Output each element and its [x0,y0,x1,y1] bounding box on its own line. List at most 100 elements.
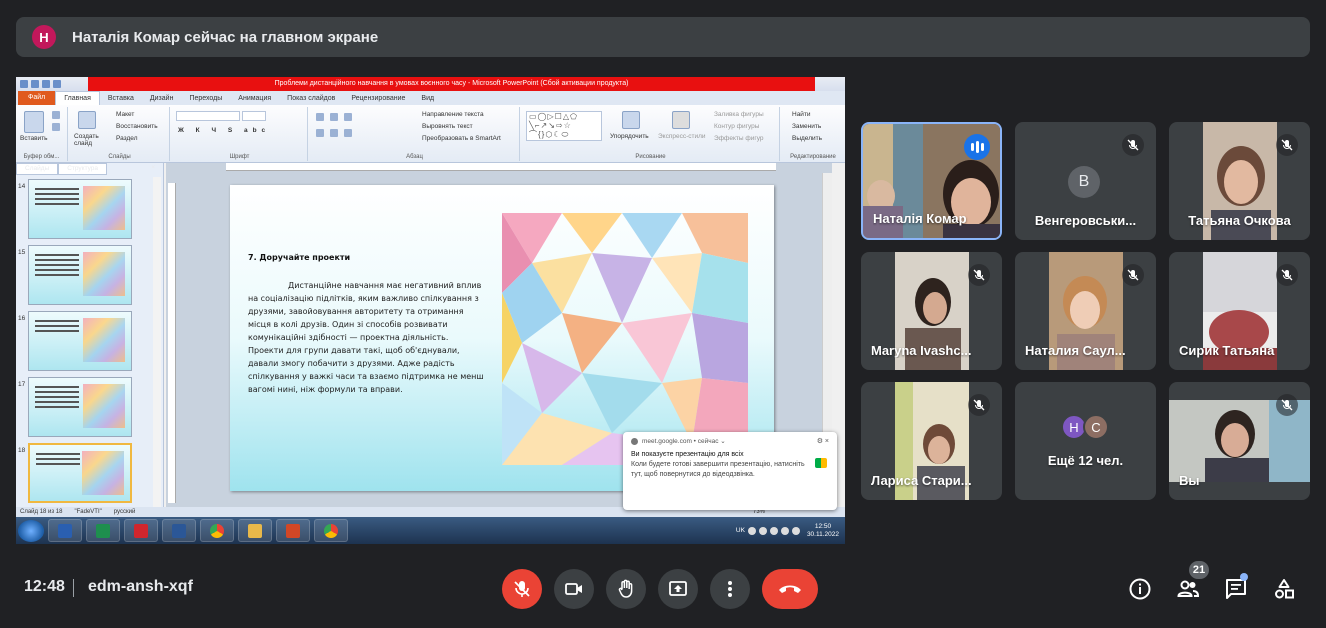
panel-close-icon: × [151,164,155,171]
activities-button[interactable] [1269,574,1299,604]
participant-tile[interactable]: Maryna Ivashc... [861,252,1002,370]
slide-counter: Слайд 18 из 18 [20,509,63,515]
mic-toggle-button[interactable] [502,569,542,609]
copy-icon [52,123,60,131]
camera-toggle-button[interactable] [554,569,594,609]
slide-body-text: Дистанційне навчання має негативний впли… [248,281,484,394]
font-style-buttons: Ж К Ч S abc [178,127,271,134]
tray-time: 12:50 [814,522,832,530]
slide-heading: 7. Доручайте проекти [248,253,351,262]
horizontal-ruler [226,163,776,171]
participant-name: Венгеровськи... [1034,213,1137,228]
participant-tile[interactable]: Татьяна Очкова [1169,122,1310,240]
ppt-window-title: Проблеми дистанційного навчання в умовах… [88,77,815,91]
clipboard-group-label: Буфер обм... [23,154,60,160]
self-tile[interactable]: Вы [1169,382,1310,500]
participant-name: Лариса Стари... [871,473,972,488]
mic-off-icon [1122,134,1144,156]
ppt-tab-animation: Анимация [238,94,272,102]
align-right-icon [344,129,352,137]
slide-thumbnail-selected [28,443,132,503]
meeting-time: 12:48 [24,578,65,595]
participant-tile[interactable]: Наталия Саул... [1015,252,1156,370]
participant-name: Вы [1179,473,1200,488]
tab-slides: Слайды [16,163,59,175]
paste-icon [24,111,44,133]
participant-avatar: В [1068,166,1100,198]
raise-hand-button[interactable] [606,569,646,609]
participant-name: Наталия Саул... [1025,343,1126,358]
bullets-icon [316,113,324,121]
more-options-button[interactable] [710,569,750,609]
participant-name: Татьяна Очкова [1188,213,1291,228]
drawing-group: ▭◯▷☐△⬠ ╲⌐↗↘⇨☆ ⌒{}⬡☾⬭ Упорядочить Экспресс-… [522,107,780,161]
tray-icon [791,526,800,535]
ppt-tab-insert: Вставка [107,94,134,102]
publisher-app-icon [86,519,120,542]
editing-group: Найти Заменить Выделить Редактирование [782,107,844,161]
find-label: Найти [792,111,811,118]
present-screen-button[interactable] [658,569,698,609]
mic-off-icon [1122,264,1144,286]
ppt-tab-design: Дизайн [149,94,174,102]
select-label: Выделить [792,135,822,142]
paragraph-group: Направление текста Выровнять текст Преоб… [310,107,520,161]
call-end-icon [779,585,801,593]
quick-styles-label: Экспресс-стили [658,133,706,140]
slide-polygon-art [502,213,748,465]
create-slide-label: Создать слайд [74,133,99,147]
tray-icon [747,526,756,535]
powerpoint-app-icon [276,519,310,542]
slide-thumbnail [28,377,132,437]
ppt-tab-file: Файл [18,91,56,105]
slide-thumbnail [28,179,132,239]
editing-group-label: Редактирование [790,154,836,160]
arrange-label: Упорядочить [610,133,649,140]
thumbnail-number: 16 [18,315,26,322]
more-participants-tile[interactable]: Н С Ещё 12 чел. [1015,382,1156,500]
section-label: Раздел [116,135,138,142]
thumbnail-number: 17 [18,381,26,388]
text-direction-label: Направление текста [422,111,484,118]
leave-call-button[interactable] [762,569,818,609]
smartart-label: Преобразовать в SmartArt [422,135,501,142]
chrome-app-icon [200,519,234,542]
align-center-icon [330,129,338,137]
participant-tile[interactable]: Лариса Стари... [861,382,1002,500]
shape-outline-label: Контур фигуры [714,123,760,130]
paragraph-group-label: Абзац [406,154,423,160]
hand-icon [618,579,633,598]
pdf-app-icon [124,519,158,542]
meeting-details-button[interactable] [1125,574,1155,604]
ppt-tab-slideshow: Показ слайдов [287,94,336,102]
thumbnail-number: 15 [18,249,26,256]
clipboard-group: Вставить Буфер обм... [16,107,68,161]
google-meet-icon [815,458,827,468]
tray-clock: 12:50 30.11.2022 [807,523,839,539]
save-app-icon [48,519,82,542]
participant-name: Наталія Комар [873,211,967,226]
system-tray: UK 12:50 30.11.2022 [736,523,845,539]
participant-tile[interactable]: Сирик Татьяна [1169,252,1310,370]
slide-thumbnail [28,245,132,305]
meeting-code: edm-ansh-xqf [88,578,193,595]
windows-start-icon [18,519,44,542]
shapes-gallery: ▭◯▷☐△⬠ ╲⌐↗↘⇨☆ ⌒{}⬡☾⬭ [526,111,602,141]
indent-icon [344,113,352,121]
separator [73,579,74,597]
site-icon [631,437,638,445]
participant-name: Сирик Татьяна [1179,343,1275,358]
font-name-box [176,111,240,121]
mic-off-icon [1276,264,1298,286]
mic-off-icon [968,394,990,416]
participant-tile[interactable]: В Венгеровськи... [1015,122,1156,240]
layout-label: Макет [116,111,135,118]
tray-icon [769,526,778,535]
shared-screen: Проблеми дистанційного навчання в умовах… [16,77,845,544]
participant-tile[interactable]: Наталія Комар [861,122,1002,240]
more-participants-avatars: Н С [1061,414,1109,440]
word-app-icon [162,519,196,542]
align-text-label: Выровнять текст [422,123,473,130]
drawing-group-label: Рисование [635,154,666,160]
tray-icon [758,526,767,535]
